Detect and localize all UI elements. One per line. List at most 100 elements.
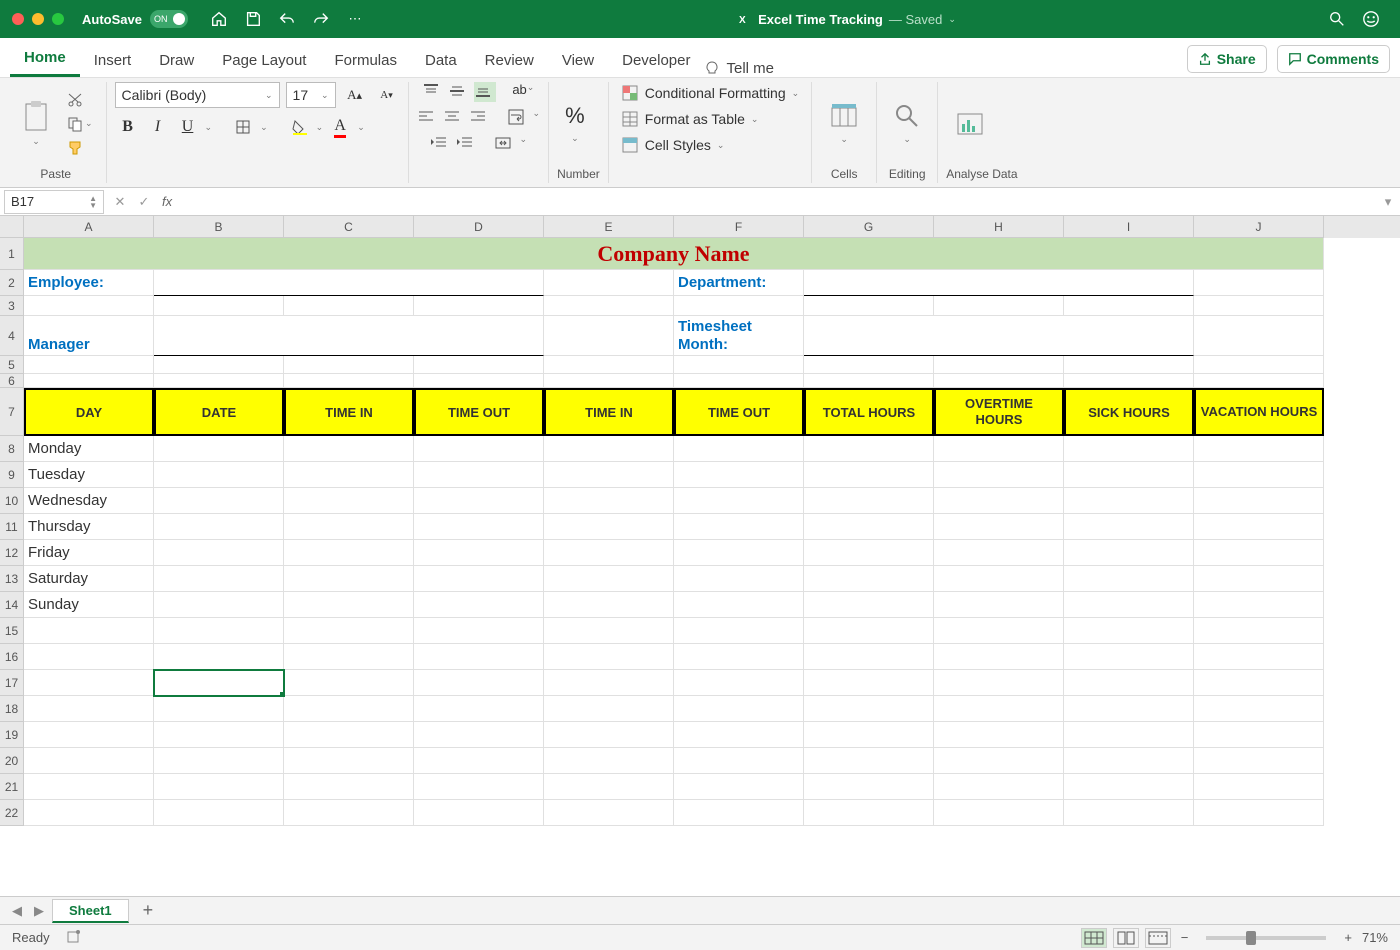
department-label-cell[interactable]: Department: [674, 270, 804, 296]
day-cell[interactable]: Tuesday [24, 462, 154, 488]
cell[interactable] [674, 722, 804, 748]
col-header-D[interactable]: D [414, 216, 544, 238]
cell[interactable] [544, 374, 674, 388]
cell[interactable] [804, 774, 934, 800]
enter-formula-button[interactable]: ✓ [132, 194, 156, 210]
cell[interactable] [674, 592, 804, 618]
cell[interactable] [934, 462, 1064, 488]
cell[interactable] [674, 356, 804, 374]
copy-button[interactable]: ⌄ [62, 113, 98, 135]
row-header-21[interactable]: 21 [0, 774, 24, 800]
cell[interactable] [1194, 618, 1324, 644]
redo-icon[interactable] [311, 9, 331, 29]
paste-button[interactable]: ⌄ [14, 96, 58, 151]
cell[interactable] [154, 748, 284, 774]
row-header-3[interactable]: 3 [0, 296, 24, 316]
cell[interactable] [544, 436, 674, 462]
cell[interactable] [414, 618, 544, 644]
spreadsheet-grid[interactable]: A B C D E F G H I J 1 Company Name 2 Emp… [0, 216, 1400, 896]
cell[interactable] [154, 436, 284, 462]
cell[interactable] [674, 696, 804, 722]
cell[interactable] [804, 696, 934, 722]
employee-input-cell[interactable] [154, 270, 544, 296]
cell[interactable] [804, 540, 934, 566]
cell[interactable] [154, 374, 284, 388]
font-name-select[interactable]: Calibri (Body)⌄ [115, 82, 280, 108]
add-sheet-button[interactable]: + [133, 900, 164, 921]
manager-input-cell[interactable] [154, 316, 544, 356]
cell[interactable] [1194, 722, 1324, 748]
more-icon[interactable]: ⋯ [345, 9, 365, 29]
page-break-view-button[interactable] [1145, 928, 1171, 948]
chevron-down-icon[interactable]: ⌄ [260, 122, 268, 133]
cell[interactable] [1194, 296, 1324, 316]
cell[interactable] [284, 462, 414, 488]
tell-me-button[interactable]: Tell me [704, 60, 774, 77]
cell[interactable] [544, 566, 674, 592]
row-header-5[interactable]: 5 [0, 356, 24, 374]
cell[interactable] [674, 488, 804, 514]
cell[interactable] [154, 800, 284, 826]
cell[interactable] [544, 462, 674, 488]
cell[interactable] [674, 618, 804, 644]
cell[interactable] [284, 618, 414, 644]
cell[interactable] [284, 644, 414, 670]
align-top-button[interactable] [422, 82, 444, 102]
cell[interactable] [804, 748, 934, 774]
row-header-20[interactable]: 20 [0, 748, 24, 774]
cell[interactable] [284, 436, 414, 462]
cell[interactable] [154, 296, 284, 316]
undo-icon[interactable] [277, 9, 297, 29]
cell[interactable] [674, 748, 804, 774]
decrease-font-button[interactable]: A▾ [374, 82, 400, 108]
cell[interactable] [414, 514, 544, 540]
home-icon[interactable] [209, 9, 229, 29]
italic-button[interactable]: I [145, 114, 171, 140]
cell[interactable] [544, 592, 674, 618]
cell[interactable] [544, 696, 674, 722]
bold-button[interactable]: B [115, 114, 141, 140]
cell[interactable] [154, 618, 284, 644]
cell[interactable] [804, 566, 934, 592]
cell[interactable] [934, 800, 1064, 826]
cell[interactable] [154, 722, 284, 748]
cell[interactable] [284, 696, 414, 722]
cell[interactable] [674, 462, 804, 488]
timesheet-input-cell[interactable] [804, 316, 1194, 356]
cell[interactable] [544, 316, 674, 356]
cell-styles-button[interactable]: Cell Styles⌄ [617, 134, 729, 156]
cell[interactable] [934, 566, 1064, 592]
col-header-A[interactable]: A [24, 216, 154, 238]
cell[interactable] [934, 722, 1064, 748]
col-header-I[interactable]: I [1064, 216, 1194, 238]
cell[interactable] [284, 722, 414, 748]
header-time-out-1[interactable]: TIME OUT [414, 388, 544, 436]
row-header-9[interactable]: 9 [0, 462, 24, 488]
cell[interactable] [804, 618, 934, 644]
row-header-6[interactable]: 6 [0, 374, 24, 388]
row-header-7[interactable]: 7 [0, 388, 24, 436]
conditional-formatting-button[interactable]: Conditional Formatting⌄ [617, 82, 803, 104]
cell[interactable] [414, 296, 544, 316]
tab-insert[interactable]: Insert [80, 44, 146, 77]
minimize-window-button[interactable] [32, 13, 44, 25]
cell[interactable] [544, 488, 674, 514]
save-icon[interactable] [243, 9, 263, 29]
name-box[interactable]: B17 ▲▼ [4, 190, 104, 214]
cell[interactable] [934, 436, 1064, 462]
cell[interactable] [154, 540, 284, 566]
cell[interactable] [414, 748, 544, 774]
cell[interactable] [674, 374, 804, 388]
row-header-10[interactable]: 10 [0, 488, 24, 514]
row-header-1[interactable]: 1 [0, 238, 24, 270]
chevron-down-icon[interactable]: ⌄ [205, 122, 213, 133]
cell[interactable] [804, 462, 934, 488]
tab-formulas[interactable]: Formulas [320, 44, 411, 77]
cell[interactable] [414, 644, 544, 670]
cell[interactable] [1194, 774, 1324, 800]
tab-home[interactable]: Home [10, 41, 80, 77]
cell[interactable] [24, 800, 154, 826]
day-cell[interactable]: Friday [24, 540, 154, 566]
employee-label-cell[interactable]: Employee: [24, 270, 154, 296]
cells-button[interactable]: ⌄ [820, 98, 868, 149]
